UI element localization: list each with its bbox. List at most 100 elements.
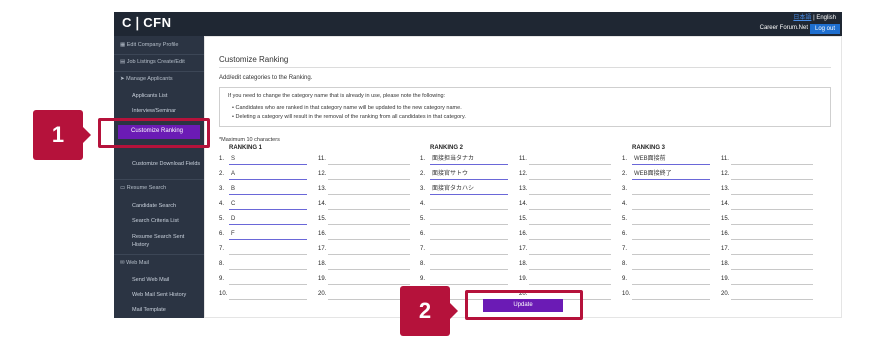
row-number: 10. [219, 291, 228, 297]
page-subtitle: Add/edit categories to the Ranking. [219, 75, 313, 81]
ranking-3-field[interactable] [632, 230, 710, 240]
ranking-1-field[interactable] [328, 185, 410, 195]
notice-box: If you need to change the category name … [219, 87, 831, 127]
forum-label: Career Forum.Net [759, 25, 808, 31]
ranking-2-field[interactable] [430, 215, 508, 225]
ranking-3-field[interactable] [632, 200, 710, 210]
ranking-2-field[interactable] [430, 260, 508, 270]
ranking-1-field[interactable]: B [229, 185, 307, 195]
ranking-3-field[interactable] [632, 245, 710, 255]
ranking-2-field[interactable] [529, 185, 611, 195]
ranking-3-field[interactable]: WEB面接前 [632, 155, 710, 165]
sidebar-item-edit-company-profile[interactable]: ▦ Edit Company Profile [114, 42, 204, 48]
sidebar-item-resume-sent-history[interactable]: Resume Search Sent History [114, 233, 194, 249]
ranking-2-field[interactable]: 面接官サトウ [430, 170, 508, 180]
row-number: 11. [721, 156, 729, 162]
ranking-3-title: RANKING 3 [632, 145, 666, 151]
sidebar-item-job-listings[interactable]: ▤ Job Listings Create/Edit [114, 59, 204, 65]
ranking-3-field[interactable] [731, 230, 813, 240]
row-number: 16. [519, 231, 528, 237]
ranking-3-field[interactable] [632, 290, 710, 300]
ranking-2-field[interactable] [529, 215, 611, 225]
sidebar-item-send-web-mail[interactable]: Send Web Mail [114, 277, 204, 283]
ranking-2-field[interactable] [529, 230, 611, 240]
ranking-3-field[interactable] [731, 200, 813, 210]
ranking-2-field[interactable] [529, 200, 611, 210]
cfn-logo[interactable]: C❘CFN [122, 15, 172, 31]
ranking-1-field[interactable] [328, 200, 410, 210]
ranking-2-field[interactable]: 面接官タカハシ [430, 185, 508, 195]
row-number: 15. [519, 216, 528, 222]
row-number: 17. [318, 246, 327, 252]
ranking-1-field[interactable] [328, 275, 410, 285]
row-number: 18. [519, 261, 528, 267]
ranking-3-field[interactable]: WEB面接終了 [632, 170, 710, 180]
notice-bullet: • Candidates who are ranked in that cate… [232, 105, 462, 111]
ranking-1-field[interactable]: A [229, 170, 307, 180]
ranking-2-field[interactable] [529, 245, 611, 255]
sidebar-item-mail-template[interactable]: Mail Template [114, 307, 204, 313]
ranking-1-field[interactable] [328, 260, 410, 270]
ranking-3-field[interactable] [731, 215, 813, 225]
ranking-2-title: RANKING 2 [430, 145, 464, 151]
ranking-1-field[interactable] [229, 290, 307, 300]
ranking-2-field[interactable] [529, 275, 611, 285]
ranking-1-field[interactable] [328, 155, 410, 165]
ranking-3-field[interactable] [632, 260, 710, 270]
row-number: 7. [420, 246, 426, 252]
ranking-3-field[interactable] [731, 170, 813, 180]
row-number: 14. [318, 201, 327, 207]
ranking-3-field[interactable] [731, 290, 813, 300]
ranking-2-field[interactable] [529, 155, 611, 165]
sidebar-item-search-criteria[interactable]: Search Criteria List [114, 218, 204, 224]
ranking-1-field[interactable] [328, 245, 410, 255]
ranking-1-field[interactable] [229, 260, 307, 270]
sidebar-item-applicants-list[interactable]: Applicants List [114, 93, 204, 99]
ranking-1-field[interactable] [328, 290, 410, 300]
ranking-1-field[interactable]: F [229, 230, 307, 240]
ranking-1-field[interactable] [328, 230, 410, 240]
ranking-3-field[interactable] [632, 275, 710, 285]
sidebar-item-interview-seminar[interactable]: Interview/Seminar [114, 108, 204, 114]
ranking-2-field[interactable]: 面接担当タナカ [430, 155, 508, 165]
ranking-3-field[interactable] [731, 260, 813, 270]
row-number: 13. [721, 186, 730, 192]
ranking-2-field[interactable] [430, 200, 508, 210]
sidebar-item-customize-download[interactable]: Customize Download Fields [114, 161, 204, 167]
logout-button[interactable]: Log out [810, 24, 840, 34]
row-number: 9. [219, 276, 225, 282]
ranking-2-field[interactable] [430, 275, 508, 285]
ranking-1-field[interactable] [328, 215, 410, 225]
japanese-link[interactable]: 日本語 [793, 15, 811, 21]
callout-arrow-icon [83, 127, 91, 143]
main-panel: Customize Ranking Add/edit categories to… [204, 36, 842, 318]
sidebar-item-web-mail[interactable]: ✉ Web Mail [114, 260, 204, 266]
ranking-1-field[interactable] [229, 275, 307, 285]
ranking-3-field[interactable] [731, 275, 813, 285]
ranking-1-field[interactable] [229, 245, 307, 255]
ranking-2-field[interactable] [529, 260, 611, 270]
row-number: 12. [318, 171, 327, 177]
ranking-3-field[interactable] [731, 185, 813, 195]
row-number: 5. [219, 216, 225, 222]
notice-bullet: • Deleting a category will result in the… [232, 114, 466, 120]
sidebar-item-manage-applicants[interactable]: ➤ Manage Applicants [114, 76, 204, 82]
row-number: 7. [622, 246, 628, 252]
ranking-3-field[interactable] [632, 215, 710, 225]
sidebar-item-mail-sent-history[interactable]: Web Mail Sent History [114, 292, 204, 298]
ranking-3-field[interactable] [731, 245, 813, 255]
row-number: 15. [721, 216, 730, 222]
sidebar-item-resume-search[interactable]: ▭ Resume Search [114, 185, 204, 191]
ranking-1-field[interactable]: C [229, 200, 307, 210]
ranking-3-field[interactable] [731, 155, 813, 165]
sidebar-item-candidate-search[interactable]: Candidate Search [114, 203, 204, 209]
divider [114, 179, 204, 180]
ranking-2-field[interactable] [529, 170, 611, 180]
ranking-1-field[interactable]: D [229, 215, 307, 225]
ranking-2-field[interactable] [430, 230, 508, 240]
row-number: 7. [219, 246, 225, 252]
ranking-3-field[interactable] [632, 185, 710, 195]
ranking-1-field[interactable] [328, 170, 410, 180]
ranking-1-field[interactable]: S [229, 155, 307, 165]
ranking-2-field[interactable] [430, 245, 508, 255]
